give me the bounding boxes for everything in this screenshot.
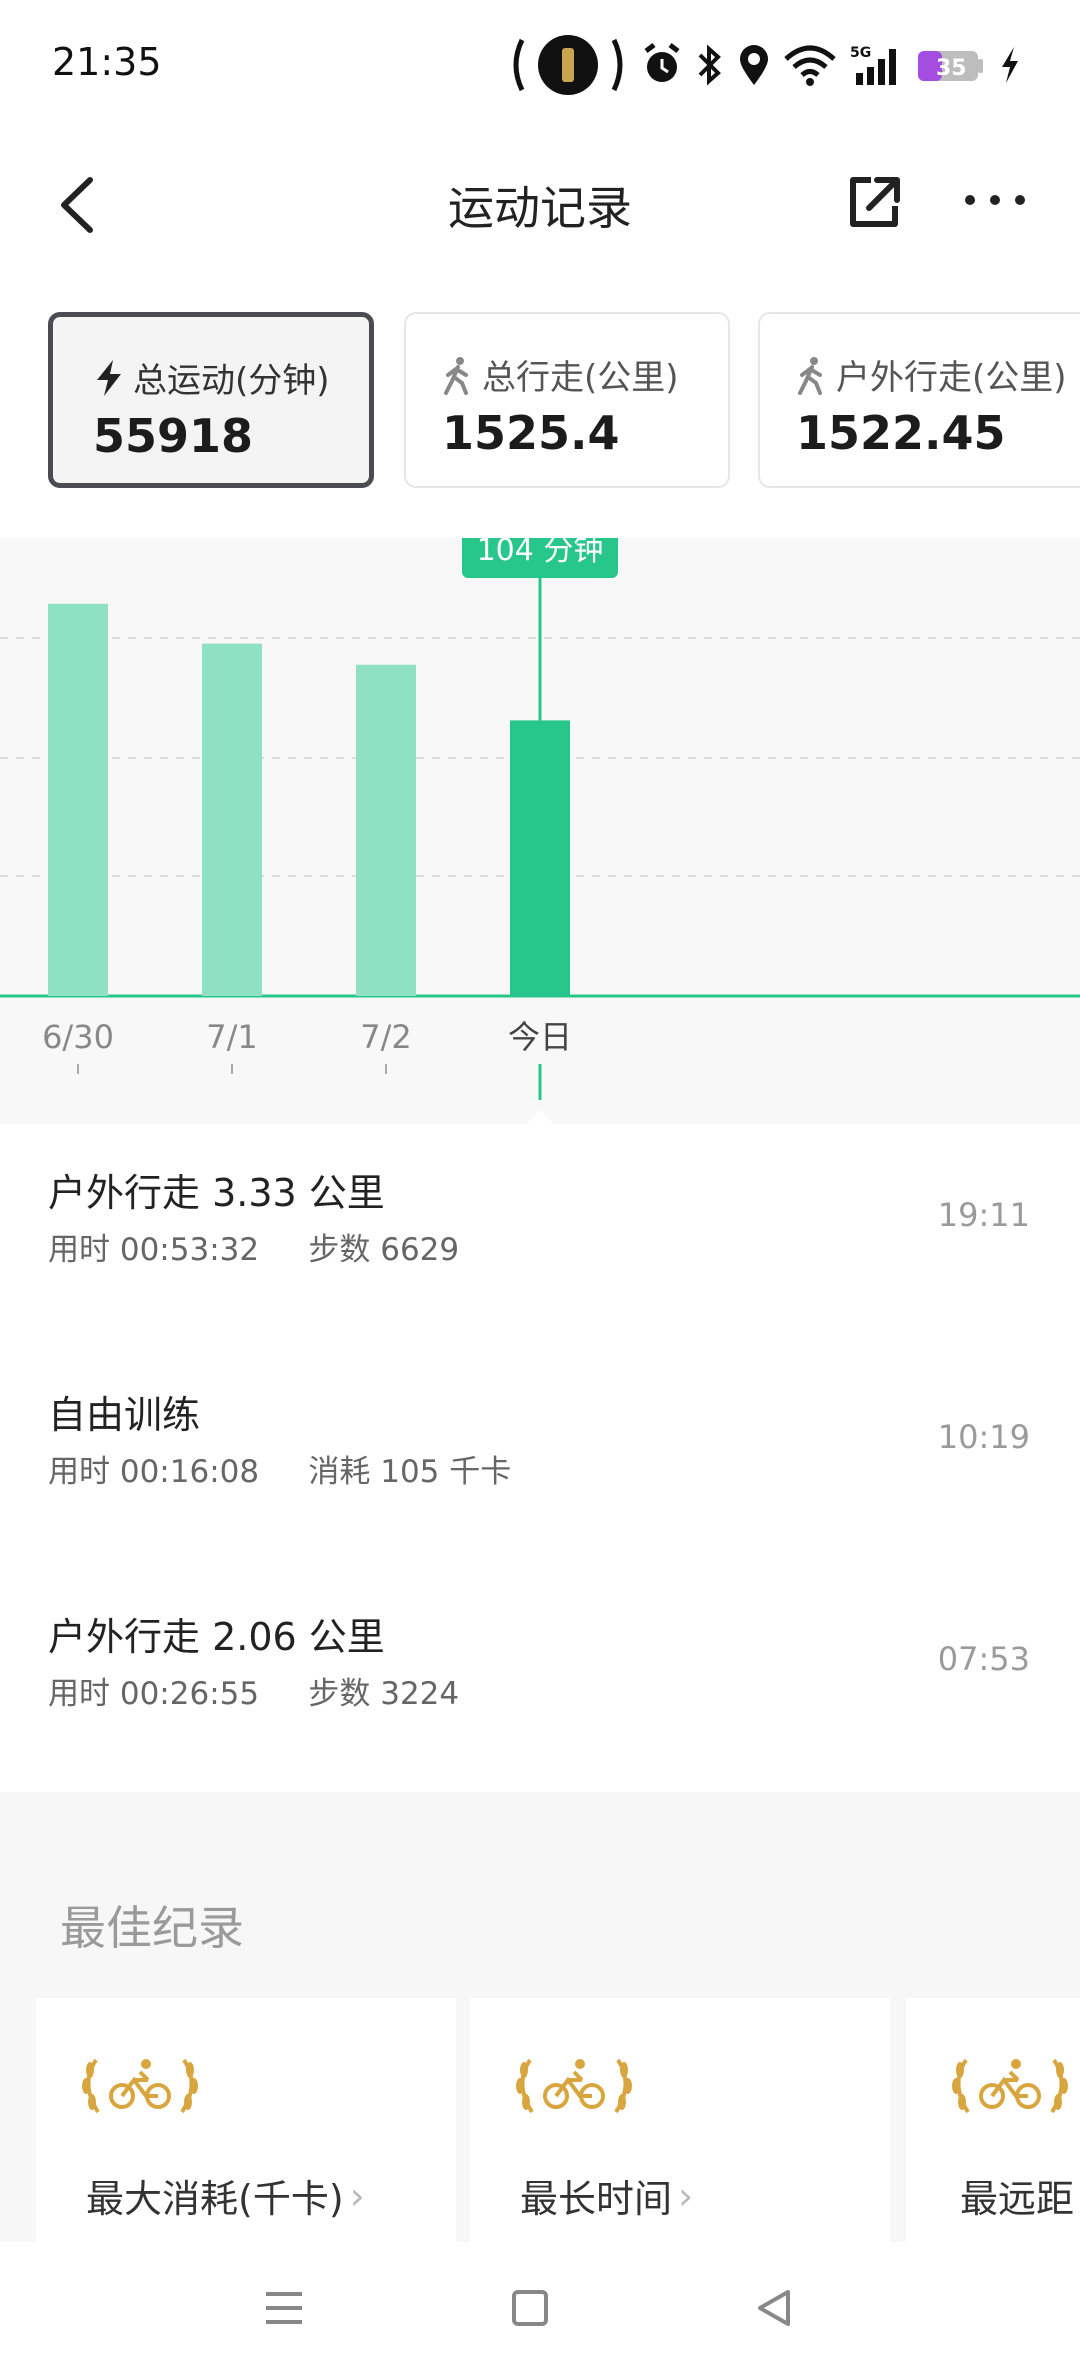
record-title: 户外行走 2.06 公里 (48, 1615, 385, 1659)
svg-text:35: 35 (936, 56, 967, 81)
card-label: 户外行走(公里) (836, 358, 1067, 398)
chevron-right-icon: › (678, 2173, 694, 2218)
share-button[interactable] (845, 172, 905, 232)
walker-icon (444, 356, 468, 395)
chart-x-label: 今日 (508, 1018, 572, 1056)
record-duration: 用时 00:53:32 (48, 1232, 260, 1268)
chart-tooltip-text: 104 分钟 (477, 538, 604, 568)
chart-selection-notch (526, 1110, 554, 1124)
record-duration: 用时 00:16:08 (48, 1454, 260, 1490)
card-label: 总行走(公里) (482, 358, 679, 398)
battery-icon: 35 (918, 51, 983, 81)
card-label: 总运动(分钟) (133, 361, 330, 401)
record-time: 19:11 (937, 1196, 1030, 1234)
record-title: 自由训练 (48, 1393, 201, 1437)
card-value: 1525.4 (442, 406, 620, 460)
record-item[interactable]: 户外行走 3.33 公里 用时 00:53:32 步数 6629 19:11 (0, 1124, 1080, 1324)
flashlight-indicator-icon (513, 35, 623, 95)
best-record-card-max-calories[interactable]: 最大消耗(千卡) › (36, 1998, 456, 2258)
system-navigation-bar (0, 2242, 1080, 2376)
summary-card-outdoor-walk[interactable]: 户外行走(公里) 1522.45 (758, 312, 1080, 488)
record-item[interactable]: 户外行走 2.06 公里 用时 00:26:55 步数 3224 07:53 (0, 1568, 1080, 1768)
home-nav-button[interactable] (508, 2286, 552, 2330)
chart-x-label: 7/1 (206, 1018, 258, 1056)
record-time: 07:53 (937, 1640, 1030, 1678)
best-record-label: 最远距 (960, 2177, 1075, 2221)
status-bar: 21:35 5G 35 (0, 0, 1080, 130)
chart-x-label: 7/2 (360, 1018, 412, 1056)
best-record-card-farthest[interactable]: 最远距 (906, 1998, 1080, 2258)
best-record-label: 最长时间 (520, 2177, 673, 2221)
card-value: 1522.45 (796, 406, 1006, 460)
chart-svg: 6/30 7/1 7/2 今日 104 分钟 (0, 528, 1080, 1124)
card-value: 55918 (93, 409, 254, 463)
signal-5g-icon: 5G (850, 45, 896, 85)
record-duration: 用时 00:26:55 (48, 1676, 260, 1712)
page-title: 运动记录 (448, 181, 632, 235)
alarm-icon (644, 43, 680, 82)
record-time: 10:19 (937, 1418, 1030, 1456)
back-nav-button[interactable] (752, 2286, 796, 2330)
chart-x-label: 6/30 (42, 1018, 114, 1056)
record-item[interactable]: 自由训练 用时 00:16:08 消耗 105 千卡 10:19 (0, 1346, 1080, 1546)
chart-bar (202, 643, 262, 996)
laurel-cycling-icon (516, 2058, 632, 2114)
lightning-icon (97, 359, 121, 396)
chart-bar (510, 720, 570, 996)
walker-icon (798, 356, 822, 395)
svg-text:5G: 5G (850, 45, 871, 61)
record-metric: 步数 6629 (308, 1232, 460, 1268)
exercise-bar-chart[interactable]: 6/30 7/1 7/2 今日 104 分钟 (0, 528, 1080, 1124)
chart-bar (48, 603, 108, 996)
location-icon (740, 45, 768, 85)
chart-bar (356, 664, 416, 996)
best-record-label: 最大消耗(千卡) (86, 2177, 344, 2221)
summary-cards: 总运动(分钟) 55918 总行走(公里) 1525.4 户外行走(公里) 15… (0, 312, 1080, 492)
laurel-cycling-icon (952, 2058, 1068, 2114)
status-time: 21:35 (52, 40, 162, 84)
chevron-right-icon: › (349, 2173, 365, 2218)
menu-nav-button[interactable] (262, 2286, 306, 2330)
charging-icon (1002, 47, 1018, 83)
laurel-cycling-icon (82, 2058, 198, 2114)
bluetooth-icon (698, 44, 721, 86)
best-record-card-longest-time[interactable]: 最长时间 › (470, 1998, 890, 2258)
best-records-section: 最佳纪录 最大消耗(千卡) › 最长时间 › 最远距 (0, 1792, 1080, 2258)
exercise-record-list: 户外行走 3.33 公里 用时 00:53:32 步数 6629 19:11 自… (0, 1124, 1080, 1794)
status-icons: 5G 35 (508, 30, 1022, 100)
record-metric: 步数 3224 (308, 1676, 460, 1712)
best-records-title: 最佳纪录 (60, 1901, 244, 1955)
summary-card-total-walk[interactable]: 总行走(公里) 1525.4 (404, 312, 730, 488)
record-title: 户外行走 3.33 公里 (48, 1171, 385, 1215)
wifi-icon (784, 45, 836, 86)
more-options-button[interactable] (960, 180, 1030, 220)
summary-card-total-exercise[interactable]: 总运动(分钟) 55918 (48, 312, 374, 488)
record-metric: 消耗 105 千卡 (308, 1454, 512, 1490)
